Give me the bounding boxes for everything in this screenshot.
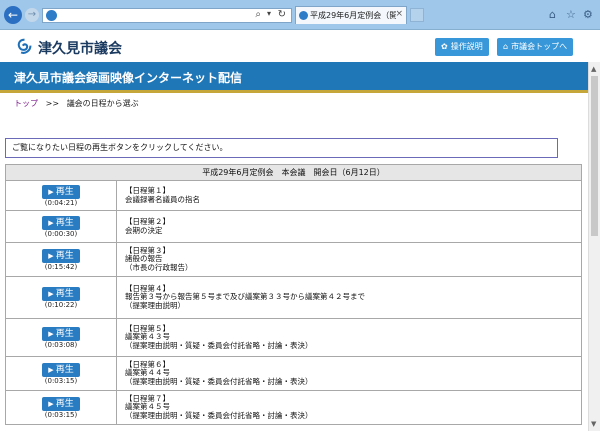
play-button[interactable]: ▶ 再生 <box>42 249 80 263</box>
site-logo-text[interactable]: 津久見市議会 <box>38 38 122 58</box>
agenda-description: 【日程第２】 会期の決定 <box>116 210 582 243</box>
home-icon[interactable]: ⌂ <box>549 8 556 21</box>
new-tab-button[interactable] <box>410 8 424 22</box>
council-top-button[interactable]: ⌂ 市議会トップへ <box>497 38 574 56</box>
play-button[interactable]: ▶ 再生 <box>42 397 80 411</box>
scrollbar-thumb[interactable] <box>591 76 598 236</box>
play-triangle-icon: ▶ <box>48 290 54 298</box>
tab-favicon-icon <box>299 11 308 20</box>
site-favicon-icon <box>46 10 57 21</box>
duration-label: (0:10:22) <box>44 301 78 309</box>
play-triangle-icon: ▶ <box>48 188 54 196</box>
schedule-table-header: 平成29年6月定例会 本会議 開会日（6月12日） <box>5 164 582 181</box>
duration-label: (0:03:08) <box>44 341 78 349</box>
play-button[interactable]: ▶ 再生 <box>42 327 80 341</box>
agenda-description: 【日程第３】 諸般の報告 （市長の行政報告） <box>116 242 582 277</box>
duration-label: (0:15:42) <box>44 263 78 271</box>
city-logo-icon <box>17 38 32 54</box>
browser-tab[interactable]: 平成29年6月定例会（開会... × <box>295 6 407 24</box>
browser-titlebar: ← → ⌕ ▾ ↻ 平成29年6月定例会（開会... × ⌂ ☆ ⚙ <box>0 0 600 30</box>
address-bar[interactable]: ⌕ ▾ ↻ <box>42 8 292 23</box>
page-banner: 津久見市議会録画映像インターネット配信 <box>0 62 588 93</box>
play-button[interactable]: ▶ 再生 <box>42 287 80 301</box>
tab-close-icon[interactable]: × <box>395 9 403 19</box>
instruction-box: ご覧になりたい日程の再生ボタンをクリックしてください。 <box>5 138 558 158</box>
vertical-scrollbar[interactable]: ▲ ▼ <box>588 62 600 431</box>
banner-title: 津久見市議会録画映像インターネット配信 <box>14 71 243 85</box>
play-triangle-icon: ▶ <box>48 252 54 260</box>
duration-label: (0:03:15) <box>44 411 78 419</box>
agenda-description: 【日程第１】 会議録署名議員の指名 <box>116 180 582 211</box>
table-row: ▶ 再生 (0:00:30) 【日程第２】 会期の決定 <box>5 210 582 243</box>
refresh-icon[interactable]: ↻ <box>278 9 286 20</box>
scroll-up-icon[interactable]: ▲ <box>591 65 596 73</box>
play-button[interactable]: ▶ 再生 <box>42 216 80 230</box>
agenda-description: 【日程第５】 議案第４３号 （提案理由説明・質疑・委員会付託省略・討論・表決） <box>116 318 582 357</box>
dropdown-arrow-icon[interactable]: ▾ <box>267 9 271 18</box>
duration-label: (0:04:21) <box>44 199 78 207</box>
play-triangle-icon: ▶ <box>48 219 54 227</box>
breadcrumb-top-link[interactable]: トップ <box>14 99 38 108</box>
play-triangle-icon: ▶ <box>48 400 54 408</box>
agenda-description: 【日程第６】 議案第４４号 （提案理由説明・質疑・委員会付託省略・討論・表決） <box>116 356 582 391</box>
agenda-description: 【日程第４】 報告第３号から報告第５号まで及び議案第３３号から議案第４２号まで … <box>116 276 582 319</box>
breadcrumb: トップ >> 議会の日程から選ぶ <box>14 98 139 109</box>
table-row: ▶ 再生 (0:15:42) 【日程第３】 諸般の報告 （市長の行政報告） <box>5 242 582 277</box>
building-icon: ⌂ <box>503 42 509 51</box>
table-row: ▶ 再生 (0:04:21) 【日程第１】 会議録署名議員の指名 <box>5 180 582 211</box>
breadcrumb-separator: >> <box>45 99 60 108</box>
play-button[interactable]: ▶ 再生 <box>42 185 80 199</box>
play-triangle-icon: ▶ <box>48 330 54 338</box>
table-row: ▶ 再生 (0:03:08) 【日程第５】 議案第４３号 （提案理由説明・質疑・委員… <box>5 318 582 357</box>
schedule-table: 平成29年6月定例会 本会議 開会日（6月12日） ▶ 再生 (0:04:21) 【… <box>5 164 582 425</box>
duration-label: (0:03:15) <box>44 377 78 385</box>
gear-icon: ✿ <box>441 42 448 51</box>
table-row: ▶ 再生 (0:03:15) 【日程第６】 議案第４４号 （提案理由説明・質疑・委員… <box>5 356 582 391</box>
search-icon[interactable]: ⌕ <box>255 9 261 20</box>
play-button[interactable]: ▶ 再生 <box>42 363 80 377</box>
settings-gear-icon[interactable]: ⚙ <box>583 8 593 21</box>
favorites-star-icon[interactable]: ☆ <box>566 8 576 21</box>
forward-arrow-icon[interactable]: → <box>25 8 39 22</box>
site-header: 津久見市議会 ✿ 操作説明 ⌂ 市議会トップへ <box>0 30 600 62</box>
agenda-description: 【日程第７】 議案第４５号 （提案理由説明・質疑・委員会付託省略・討論・表決） <box>116 390 582 425</box>
table-row: ▶ 再生 (0:10:22) 【日程第４】 報告第３号から報告第５号まで及び議案第３… <box>5 276 582 319</box>
play-triangle-icon: ▶ <box>48 366 54 374</box>
table-row: ▶ 再生 (0:03:15) 【日程第７】 議案第４５号 （提案理由説明・質疑・委員… <box>5 390 582 425</box>
duration-label: (0:00:30) <box>44 230 78 238</box>
tab-title: 平成29年6月定例会（開会... <box>310 11 396 20</box>
manual-button[interactable]: ✿ 操作説明 <box>435 38 489 56</box>
back-arrow-icon[interactable]: ← <box>4 6 22 24</box>
breadcrumb-current: 議会の日程から選ぶ <box>66 99 139 108</box>
scroll-down-icon[interactable]: ▼ <box>591 420 596 428</box>
